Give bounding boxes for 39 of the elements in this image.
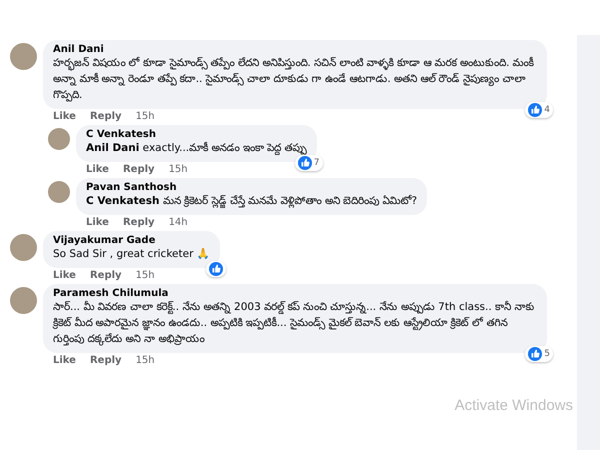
avatar[interactable] bbox=[48, 128, 70, 150]
like-link[interactable]: Like bbox=[86, 217, 109, 228]
timestamp: 15h bbox=[136, 355, 155, 366]
reply-link[interactable]: Reply bbox=[122, 164, 155, 175]
thumbs-up-icon bbox=[528, 103, 542, 117]
comment-text: సార్... మీ వివరణ చాలా కరెక్ట్.. నేను అతన్ని 2003 వరల్డ్ కప్ నుంచి చూస్తున్న... నేను అప్పుడు 7th class.. కానీ నాకు క్రికెట్ మీద అపారమైన జ్ఞానం ఉండదు.. అప్పటికి ఇప్పటికీ... సైమండ్స్ మైకల్ బెవాన్ లకు ఆస్ట్రేలియా క్రికెట్ లో తగిన గుర్తింపు దక్కలేదు అని నా అభిప్రాయం bbox=[53, 300, 536, 347]
reaction-badge[interactable] bbox=[206, 261, 226, 277]
comment-text: C Venkatesh మన క్రికెటర్ స్లెడ్జ్ చేస్తే మనమే వెళ్లిపోతాం అని బెదిరింపు ఏమిటో? bbox=[86, 194, 418, 209]
reply-link[interactable]: Reply bbox=[90, 111, 122, 122]
timestamp: 15h bbox=[136, 111, 155, 122]
like-link[interactable]: Like bbox=[86, 164, 109, 175]
like-link[interactable]: Like bbox=[53, 270, 76, 281]
like-link[interactable]: Like bbox=[53, 111, 76, 122]
thumbs-up-icon bbox=[208, 262, 223, 276]
avatar[interactable] bbox=[48, 181, 70, 203]
thumbs-up-icon bbox=[298, 156, 312, 170]
comment-text: So Sad Sir , great cricketer 🙏 bbox=[53, 247, 210, 262]
avatar[interactable] bbox=[10, 43, 37, 70]
author-name[interactable]: Anil Dani bbox=[53, 44, 537, 55]
avatar[interactable] bbox=[10, 287, 37, 314]
reaction-badge[interactable]: 7 bbox=[294, 155, 322, 171]
thumbs-up-icon bbox=[528, 347, 542, 361]
author-name[interactable]: Paramesh Chilumula bbox=[53, 288, 537, 299]
activation-notice: Activate Windows bbox=[454, 397, 573, 414]
reaction-badge[interactable]: 5 bbox=[525, 346, 553, 362]
reaction-badge[interactable]: 4 bbox=[525, 102, 553, 118]
author-name[interactable]: Vijayakumar Gade bbox=[53, 235, 210, 246]
timestamp: 15h bbox=[168, 164, 188, 175]
comment-text: హర్భజన్ విషయం లో కూడా సైమాండ్స్ తప్పేం లేదని అనిపిస్తుంది. సచిన్ లాంటి వాళ్ళకి కూడా ఆ మరక అంటుకుంది. మంకీ అన్నా మాకీ అన్నా రెండూ తప్పే కదా.. సైమాండ్స్ చాలా దూకుడు గా ఉండే ఆటగాడు. అతని ఆల్ రౌండ్ నైపుణ్యం చాలా గొప్పది. bbox=[53, 56, 535, 103]
reply-link[interactable]: Reply bbox=[90, 355, 122, 366]
like-link[interactable]: Like bbox=[53, 355, 76, 366]
avatar[interactable] bbox=[10, 234, 37, 261]
reply-link[interactable]: Reply bbox=[122, 217, 155, 228]
timestamp: 14h bbox=[168, 217, 188, 228]
comment-text: Anil Dani exactly...మాకీ అనడం ఇంకా పెద్ద తప్పు bbox=[86, 140, 306, 156]
timestamp: 15h bbox=[136, 270, 155, 281]
author-name[interactable]: C Venkatesh bbox=[86, 129, 306, 140]
reply-link[interactable]: Reply bbox=[90, 270, 122, 281]
author-name[interactable]: Pavan Santhosh bbox=[86, 182, 418, 193]
